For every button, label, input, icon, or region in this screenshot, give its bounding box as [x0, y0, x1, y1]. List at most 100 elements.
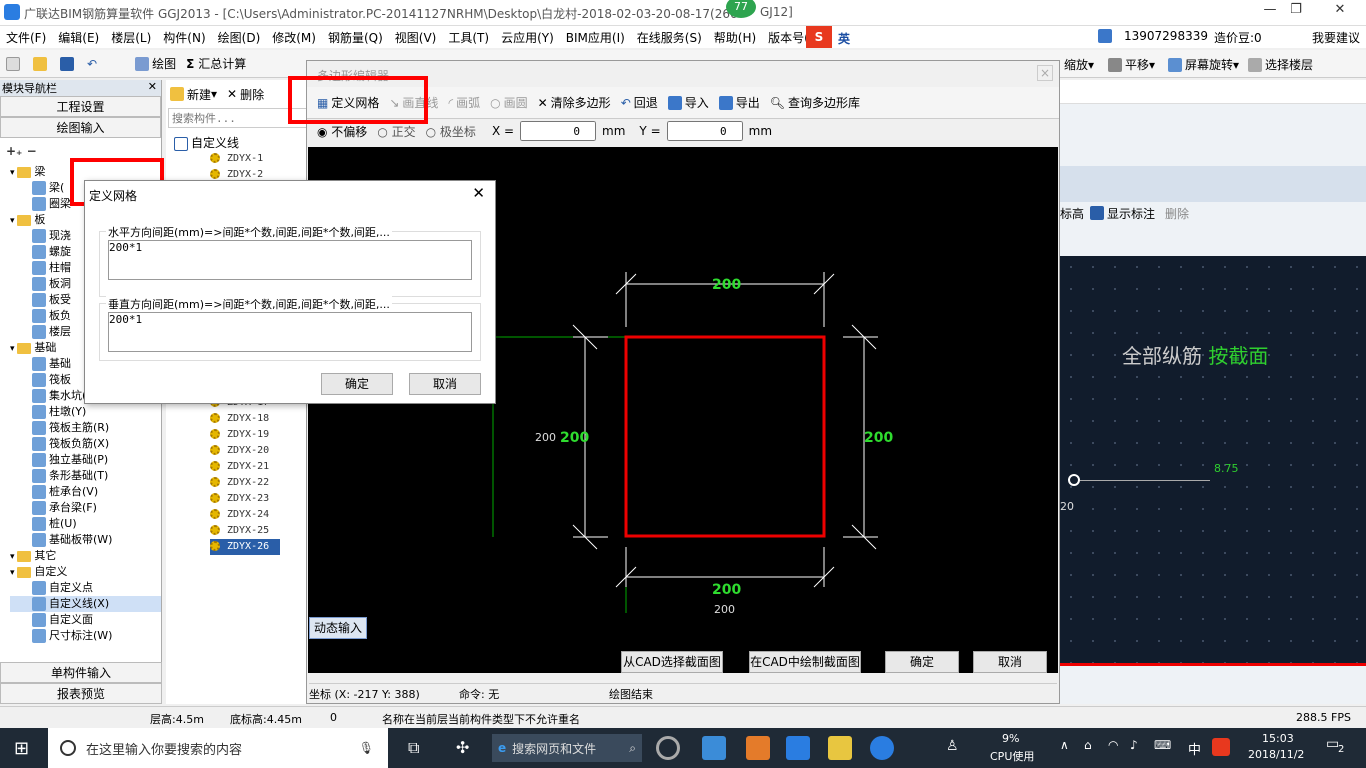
- app-icon-1[interactable]: [656, 736, 680, 760]
- export-button[interactable]: 导出: [718, 94, 760, 111]
- menu-bim[interactable]: BIM应用(I): [566, 29, 625, 46]
- expand-icon[interactable]: ▾: [10, 216, 17, 226]
- component-list-item[interactable]: ZDYX-23: [210, 491, 309, 507]
- keyboard-icon[interactable]: ⌨: [1154, 738, 1171, 752]
- component-list-item[interactable]: ZDYX-22: [210, 475, 309, 491]
- import-button[interactable]: 导入: [667, 94, 709, 111]
- tree-item[interactable]: 柱墩(Y): [10, 404, 161, 420]
- component-list-item[interactable]: ZDYX-18: [210, 411, 309, 427]
- menu-file[interactable]: 文件(F): [6, 29, 46, 46]
- dialog-close-icon[interactable]: ✕: [472, 184, 485, 202]
- task-view-icon[interactable]: ⧉: [408, 738, 419, 758]
- undo-button[interactable]: ↶: [87, 57, 97, 71]
- tray-arrow-icon[interactable]: ∧: [1060, 738, 1069, 752]
- menu-rebar[interactable]: 钢筋量(Q): [328, 29, 383, 46]
- notification-badge[interactable]: 77: [726, 0, 756, 18]
- new-component-button[interactable]: 新建 ▾: [170, 86, 217, 103]
- sum-calc-button[interactable]: Σ 汇总计算: [186, 55, 246, 72]
- wifi-icon[interactable]: ◠: [1108, 738, 1118, 752]
- component-list-item[interactable]: ZDYX-21: [210, 459, 309, 475]
- menu-modify[interactable]: 修改(M): [272, 29, 316, 46]
- ime-mode[interactable]: 英: [838, 30, 850, 47]
- tree-item[interactable]: 筏板负筋(X): [10, 436, 161, 452]
- polygon-shape[interactable]: [624, 335, 826, 538]
- tree-item[interactable]: 自定义面: [10, 612, 161, 628]
- tree-item[interactable]: 承台梁(F): [10, 500, 161, 516]
- microphone-icon[interactable]: 🎙︎: [359, 741, 374, 755]
- network-icon[interactable]: ⌂: [1084, 738, 1092, 752]
- feedback-link[interactable]: 我要建议: [1312, 29, 1360, 46]
- clock-time[interactable]: 15:03: [1262, 732, 1294, 745]
- app-icon-2[interactable]: [702, 736, 726, 760]
- dialog-cancel-button[interactable]: 取消: [409, 373, 481, 395]
- web-search-box[interactable]: e 搜索网页和文件 ⌕: [492, 734, 642, 762]
- dialog-ok-button[interactable]: 确定: [321, 373, 393, 395]
- expand-icon[interactable]: ▾: [10, 568, 17, 578]
- windows-start-icon[interactable]: ⊞: [14, 738, 29, 759]
- close-icon[interactable]: ✕: [148, 80, 157, 93]
- volume-icon[interactable]: ♪: [1130, 738, 1138, 752]
- draw-button[interactable]: 绘图: [135, 55, 176, 72]
- component-search-input[interactable]: [168, 108, 308, 128]
- glodon-app-icon[interactable]: [786, 736, 810, 760]
- menu-cloud[interactable]: 云应用(Y): [501, 29, 554, 46]
- clear-polygon-button[interactable]: ✕ 清除多边形: [538, 94, 611, 111]
- menu-view[interactable]: 视图(V): [395, 29, 437, 46]
- menu-tools[interactable]: 工具(T): [448, 29, 489, 46]
- show-annotation-button[interactable]: 显示标注: [1090, 205, 1155, 222]
- account-area[interactable]: 13907298339: [1098, 29, 1220, 43]
- component-list-item[interactable]: ZDYX-19: [210, 427, 309, 443]
- sogou-tray-icon[interactable]: [1212, 738, 1230, 756]
- select-from-cad-button[interactable]: 从CAD选择截面图: [621, 651, 723, 673]
- undo-poly-button[interactable]: ↶ 回退: [621, 94, 658, 111]
- tree-item[interactable]: 尺寸标注(W): [10, 628, 161, 644]
- input-language[interactable]: 中: [1188, 739, 1201, 758]
- component-list-item[interactable]: ZDYX-1: [210, 151, 309, 167]
- fan-app-icon[interactable]: ✣: [456, 738, 469, 757]
- radio-no-offset[interactable]: ◉ 不偏移: [317, 123, 367, 140]
- browser-app-icon[interactable]: [870, 736, 894, 760]
- draw-in-cad-button[interactable]: 在CAD中绘制截面图: [749, 651, 861, 673]
- expand-icon[interactable]: ▾: [10, 168, 17, 178]
- radio-polar[interactable]: ○ 极坐标: [426, 123, 476, 140]
- tree-item[interactable]: 筏板主筋(R): [10, 420, 161, 436]
- y-coordinate-input[interactable]: [666, 121, 743, 141]
- screen-rotate-button[interactable]: 屏幕旋转 ▾: [1168, 56, 1239, 73]
- people-icon[interactable]: ♙: [946, 738, 959, 754]
- delete-component-button[interactable]: ✕ 删除: [227, 86, 264, 103]
- component-list-item[interactable]: ZDYX-25: [210, 523, 309, 539]
- expand-icon[interactable]: ▾: [10, 344, 17, 354]
- expand-icon[interactable]: ▾: [10, 552, 17, 562]
- tree-item[interactable]: 自定义点: [10, 580, 161, 596]
- component-tree-root[interactable]: 自定义线: [166, 134, 309, 151]
- report-preview-button[interactable]: 报表预览: [0, 683, 162, 704]
- tree-item[interactable]: 独立基础(P): [10, 452, 161, 468]
- editor-close-icon[interactable]: ×: [1037, 65, 1053, 81]
- draw-input-button[interactable]: 绘图输入: [0, 117, 161, 138]
- menu-draw[interactable]: 绘图(D): [218, 29, 261, 46]
- sogou-ime-icon[interactable]: S: [806, 26, 832, 48]
- delete-annotation-button[interactable]: 删除: [1165, 205, 1189, 222]
- horizontal-spacing-input[interactable]: 200*1: [108, 240, 472, 280]
- elevation-label[interactable]: 标高: [1060, 205, 1084, 222]
- rebar-point[interactable]: [1068, 474, 1080, 486]
- new-file-button[interactable]: [6, 56, 23, 71]
- editor-ok-button[interactable]: 确定: [885, 651, 959, 673]
- save-button[interactable]: [60, 56, 77, 71]
- menu-component[interactable]: 构件(N): [163, 29, 205, 46]
- tree-item[interactable]: 桩(U): [10, 516, 161, 532]
- x-coordinate-input[interactable]: [520, 121, 597, 141]
- pan-button[interactable]: 平移 ▾: [1108, 56, 1155, 73]
- pdf-app-icon[interactable]: [746, 736, 770, 760]
- tree-item[interactable]: 自定义线(X): [10, 596, 161, 612]
- component-list-item[interactable]: ZDYX-24: [210, 507, 309, 523]
- taskbar-search[interactable]: 在这里输入你要搜索的内容 🎙︎: [48, 728, 388, 768]
- menu-edit[interactable]: 编辑(E): [58, 29, 99, 46]
- single-component-input-button[interactable]: 单构件输入: [0, 662, 162, 683]
- query-library-button[interactable]: 🔍︎ 查询多边形库: [770, 94, 860, 111]
- component-list-item[interactable]: ZDYX-26: [210, 539, 280, 555]
- vertical-spacing-input[interactable]: 200*1: [108, 312, 472, 352]
- tree-item[interactable]: 基础板带(W): [10, 532, 161, 548]
- tree-item[interactable]: 条形基础(T): [10, 468, 161, 484]
- notes-app-icon[interactable]: [828, 736, 852, 760]
